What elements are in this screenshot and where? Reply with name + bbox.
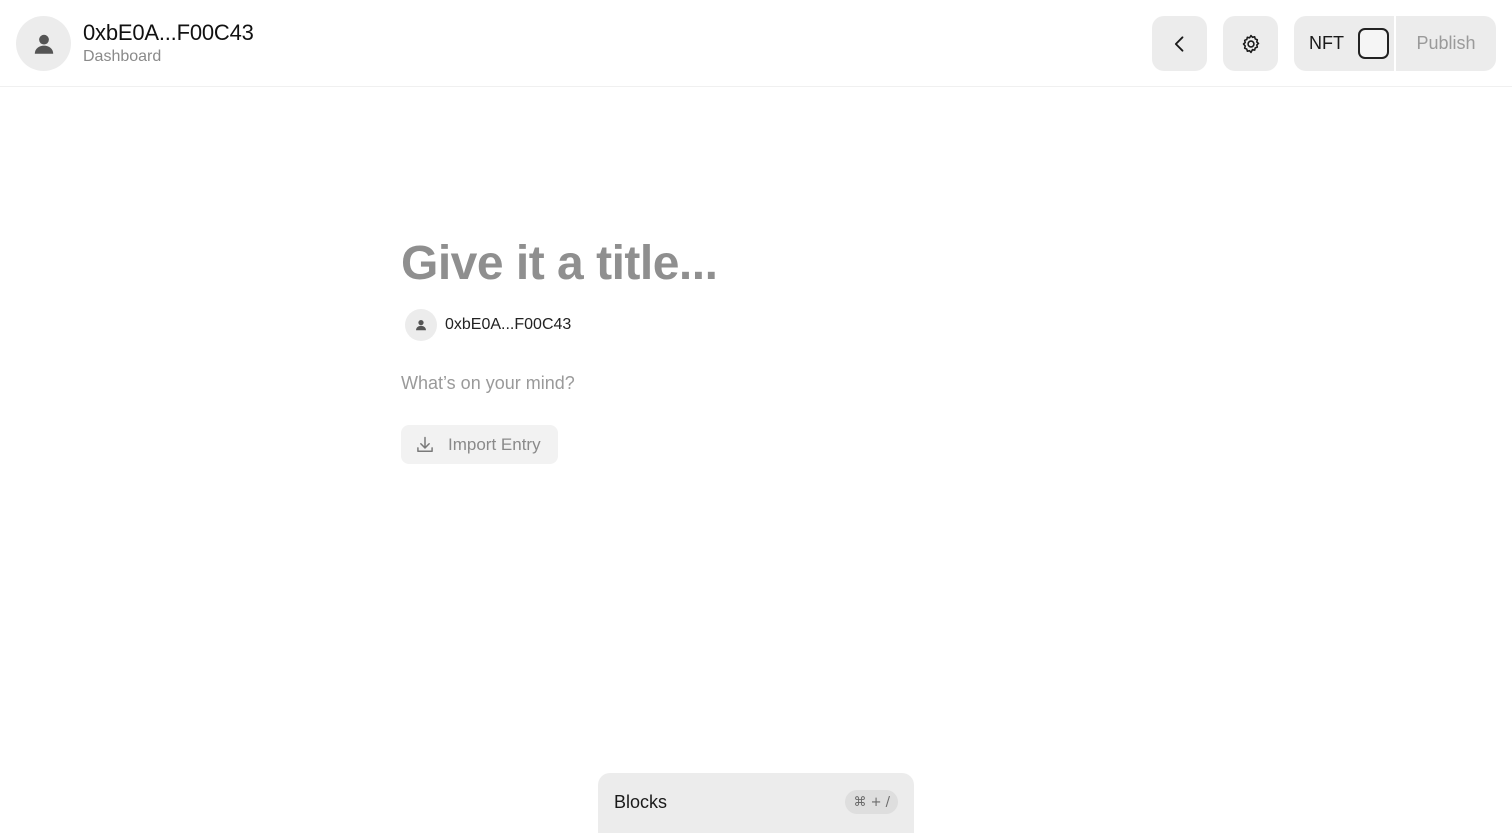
title-input[interactable] (401, 232, 1121, 294)
gear-icon (1242, 34, 1259, 53)
top-bar: 0xbE0A...F00C43 Dashboard NFT Publish (0, 0, 1512, 87)
blocks-label: Blocks (614, 792, 668, 812)
dashboard-link[interactable]: Dashboard (83, 48, 161, 66)
settings-button[interactable] (1223, 16, 1278, 71)
account-name[interactable]: 0xbE0A...F00C43 (83, 20, 254, 46)
back-button[interactable] (1152, 16, 1207, 71)
account-avatar[interactable] (16, 16, 71, 71)
user-icon (416, 320, 426, 331)
nft-label: NFT (1309, 33, 1344, 53)
blocks-panel[interactable]: Blocks ⌘ + / (598, 773, 914, 833)
import-entry-label: Import Entry (448, 434, 541, 454)
nft-checkbox[interactable] (1358, 28, 1389, 59)
publish-controls: NFT Publish (1294, 16, 1496, 71)
nft-toggle[interactable]: NFT (1294, 16, 1394, 71)
publish-button[interactable]: Publish (1396, 16, 1496, 71)
download-icon (417, 436, 433, 452)
author-name: 0xbE0A...F00C43 (445, 316, 572, 333)
body-input[interactable] (401, 370, 1121, 396)
import-entry-button[interactable]: Import Entry (401, 425, 558, 464)
chevron-left-icon (1174, 35, 1183, 52)
author-avatar (405, 309, 437, 341)
user-icon (34, 34, 53, 54)
blocks-shortcut-badge: ⌘ + / (845, 790, 898, 814)
